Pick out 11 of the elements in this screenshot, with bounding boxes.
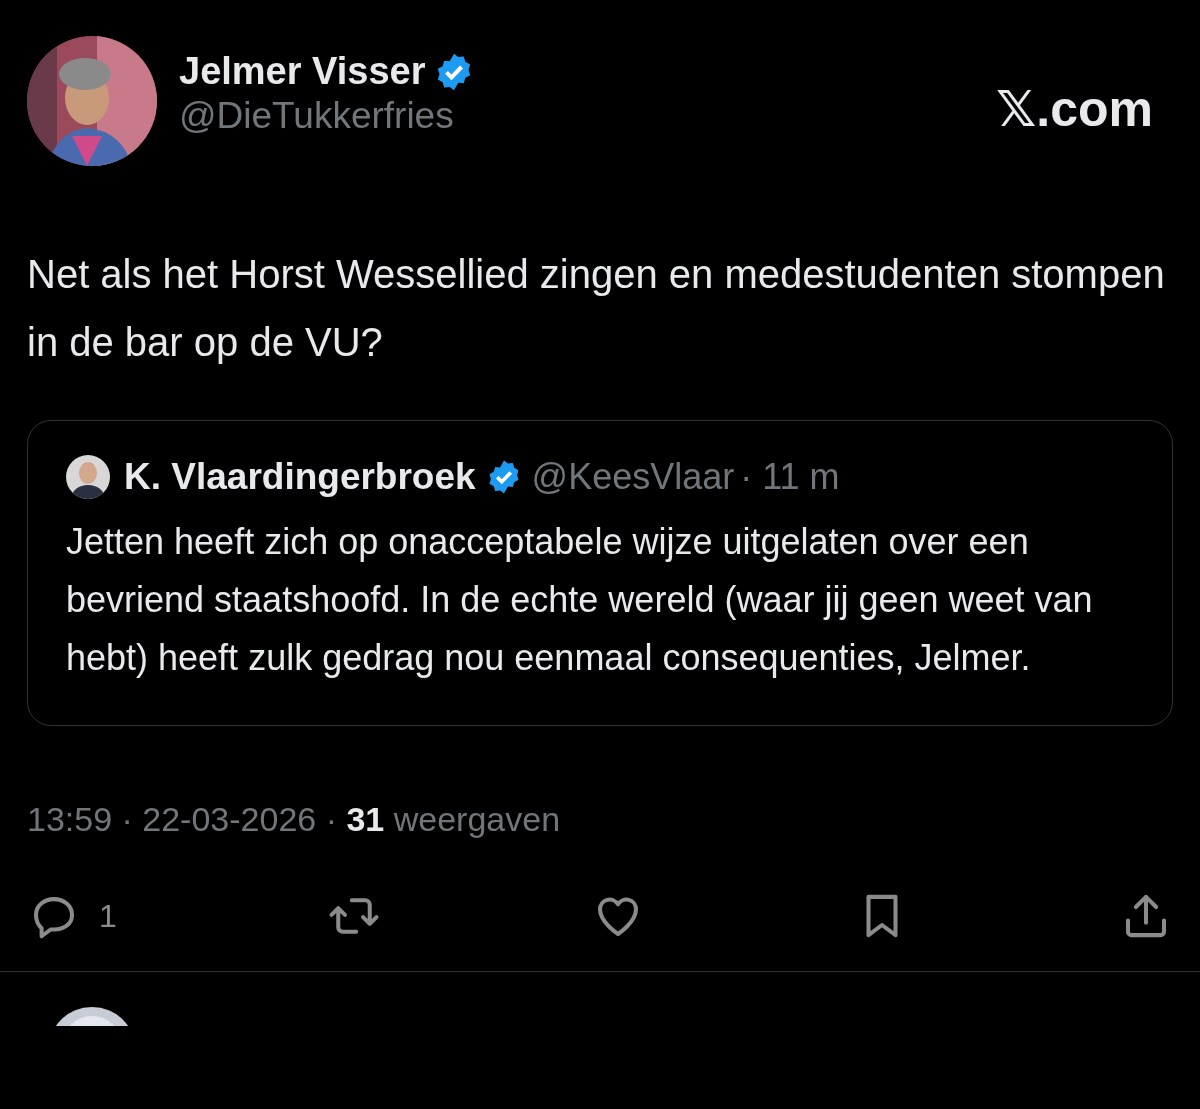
quoted-post-card[interactable] [27,420,1173,726]
post-text: Net als het Horst Wessellied zingen en medestudenten stompen in de bar op de VU? [27,251,1166,366]
post-meta: 13:59 · 22-03-2026 · 31 weergaven [27,800,562,839]
quoted-author-handle: @KeesVlaar [531,456,735,498]
quoted-post-text: Jetten heeft zich op onacceptabele wijze uitgelaten over een bevriend staatshoofd. In de echte wereld (waar jij geen weet van hebt) heeft zulk gedrag nou eenmaal consequenties, Jelmer. [66,520,1094,680]
quoted-author-name[interactable]: K. Vlaardingerbroek [124,456,476,498]
site-logo: 𝕏.com [996,80,1153,138]
reply-count: 1 [99,897,117,935]
author-name[interactable]: Jelmer Visser [179,50,426,93]
author-handle[interactable]: @DieTukkerfries [179,95,974,137]
post-time: · 11 m [740,456,840,498]
